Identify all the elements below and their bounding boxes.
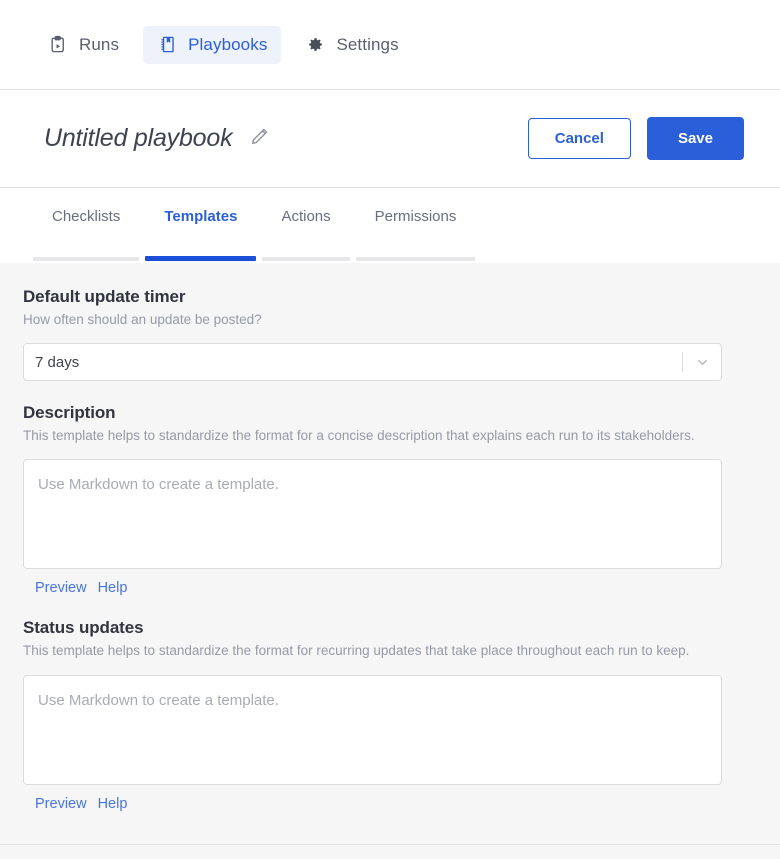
status-updates-preview-link[interactable]: Preview bbox=[35, 796, 87, 812]
update-timer-select[interactable]: 7 days bbox=[23, 343, 722, 382]
gear-icon bbox=[305, 35, 325, 55]
tab-templates[interactable]: Templates bbox=[142, 188, 259, 261]
status-updates-help-link[interactable]: Help bbox=[98, 796, 128, 812]
save-button[interactable]: Save bbox=[646, 117, 744, 160]
tab-templates-label: Templates bbox=[164, 208, 238, 225]
nav-item-playbooks-label: Playbooks bbox=[188, 34, 268, 54]
description-textarea[interactable] bbox=[23, 459, 722, 570]
tab-checklists[interactable]: Checklists bbox=[30, 188, 142, 261]
section-title: Status updates bbox=[23, 618, 144, 638]
tab-underline-active bbox=[145, 256, 257, 261]
select-controls bbox=[682, 344, 721, 380]
page-title: Untitled playbook bbox=[44, 124, 233, 152]
nav-item-settings[interactable]: Settings bbox=[291, 26, 412, 64]
description-links: Preview Help bbox=[23, 580, 756, 596]
top-navigation-bar: Runs Playbooks Settings bbox=[0, 0, 780, 90]
header-actions: Cancel Save bbox=[527, 117, 744, 160]
clipboard-play-icon bbox=[48, 35, 68, 55]
tab-underline bbox=[262, 257, 350, 261]
tab-checklists-label: Checklists bbox=[52, 208, 121, 225]
update-timer-selected-value: 7 days bbox=[35, 353, 80, 371]
tab-underline bbox=[33, 257, 140, 261]
playbook-header: Untitled playbook Cancel Save bbox=[0, 90, 780, 188]
section-subtitle: How often should an update be posted? bbox=[23, 312, 262, 327]
nav-item-runs-label: Runs bbox=[79, 34, 120, 54]
nav-item-playbooks[interactable]: Playbooks bbox=[143, 25, 282, 64]
bottom-divider bbox=[0, 844, 780, 845]
tab-permissions[interactable]: Permissions bbox=[353, 188, 479, 261]
tab-underline bbox=[355, 257, 476, 261]
section-status-updates: Status updates This template helps to st… bbox=[23, 618, 756, 812]
section-subtitle: This template helps to standardize the f… bbox=[23, 643, 690, 659]
cancel-button[interactable]: Cancel bbox=[527, 118, 631, 159]
description-help-link[interactable]: Help bbox=[98, 580, 128, 596]
status-updates-textarea[interactable] bbox=[23, 674, 722, 785]
tab-actions[interactable]: Actions bbox=[259, 188, 352, 261]
playbook-title-group: Untitled playbook bbox=[44, 124, 270, 153]
tab-actions-label: Actions bbox=[281, 208, 331, 225]
section-subtitle: This template helps to standardize the f… bbox=[23, 428, 695, 444]
section-default-update-timer: Default update timer How often should an… bbox=[23, 287, 756, 382]
pencil-icon bbox=[250, 128, 268, 149]
tab-bar: Checklists Templates Actions Permissions bbox=[0, 188, 780, 263]
edit-title-button[interactable] bbox=[248, 128, 270, 150]
nav-item-settings-label: Settings bbox=[336, 34, 399, 54]
section-title: Description bbox=[23, 403, 116, 423]
notebook-icon bbox=[157, 35, 177, 55]
tab-permissions-label: Permissions bbox=[374, 208, 457, 225]
description-preview-link[interactable]: Preview bbox=[35, 580, 87, 596]
section-description: Description This template helps to stand… bbox=[23, 403, 756, 596]
section-title: Default update timer bbox=[23, 287, 186, 306]
status-updates-links: Preview Help bbox=[23, 796, 756, 812]
nav-item-runs[interactable]: Runs bbox=[34, 26, 133, 64]
chevron-down-icon[interactable] bbox=[683, 355, 721, 370]
templates-panel: Default update timer How often should an… bbox=[0, 263, 780, 859]
